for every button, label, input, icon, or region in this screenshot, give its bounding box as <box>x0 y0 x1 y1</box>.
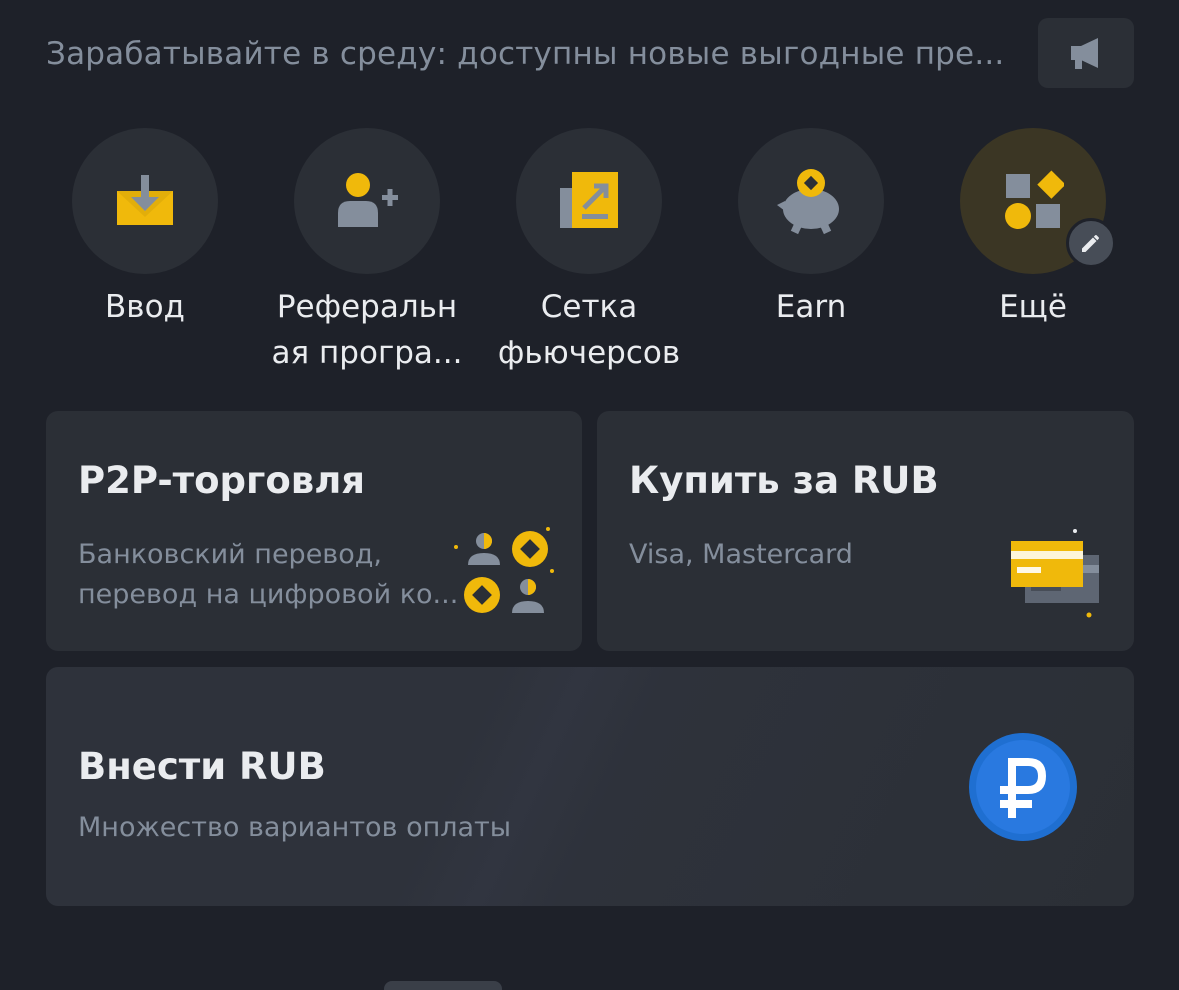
p2p-illustration-icon <box>454 527 554 613</box>
shortcut-futures-grid-circle[interactable] <box>516 128 662 274</box>
ruble-coin-icon <box>969 733 1077 841</box>
more-icon <box>1005 170 1064 229</box>
announcement-button[interactable] <box>1038 18 1134 88</box>
home-screen: Зарабатывайте в среду: доступны новые вы… <box>0 0 1179 990</box>
card-subtitle-line: Visa, Mastercard <box>629 539 853 570</box>
shortcut-referral-circle[interactable] <box>294 128 440 274</box>
card-subtitle: Множество вариантов оплаты <box>78 808 511 848</box>
card-title: P2P-торговля <box>78 459 366 502</box>
bank-card-icon <box>1011 529 1099 618</box>
shortcut-label: Реферальн ая програ... <box>271 289 463 371</box>
card-title: Купить за RUB <box>629 459 939 502</box>
shortcut-earn[interactable]: Earn <box>700 128 922 378</box>
card-title: Внести RUB <box>78 745 326 788</box>
card-subtitle: Visa, Mastercard <box>629 535 853 575</box>
card-subtitle: Банковский перевод, перевод на цифровой … <box>78 535 458 615</box>
edit-shortcuts-button[interactable] <box>1066 218 1116 268</box>
shortcut-row: Ввод Реферальн ая програ... Сетка фьючер… <box>34 128 1145 378</box>
referral-icon <box>338 173 398 227</box>
buy-rub-card[interactable]: Купить за RUB Visa, Mastercard <box>597 411 1134 651</box>
shortcut-earn-circle[interactable] <box>738 128 884 274</box>
shortcut-label: Ввод <box>105 289 185 325</box>
shortcut-futures-grid[interactable]: Сетка фьючерсов <box>478 128 700 378</box>
card-subtitle-line: Множество вариантов оплаты <box>78 812 512 843</box>
card-subtitle-line: перевод на цифровой ко... <box>78 579 459 610</box>
home-indicator <box>384 981 502 990</box>
shortcut-label: Сетка фьючерсов <box>497 289 681 371</box>
pencil-icon <box>1082 235 1099 252</box>
announcement-text[interactable]: Зарабатывайте в среду: доступны новые вы… <box>46 36 1021 72</box>
shortcut-deposit-circle[interactable] <box>72 128 218 274</box>
p2p-trading-card[interactable]: P2P-торговля Банковский перевод, перевод… <box>46 411 582 651</box>
shortcut-deposit[interactable]: Ввод <box>34 128 256 378</box>
megaphone-icon <box>1071 38 1098 69</box>
shortcut-label: Earn <box>775 289 847 325</box>
deposit-icon <box>117 175 173 225</box>
card-subtitle-line: Банковский перевод, <box>78 539 382 570</box>
deposit-rub-card[interactable]: Внести RUB Множество вариантов оплаты <box>46 667 1134 906</box>
announcement-bar[interactable]: Зарабатывайте в среду: доступны новые вы… <box>46 18 1134 90</box>
shortcut-label: Ещё <box>999 289 1067 325</box>
futures-grid-icon <box>560 172 618 228</box>
earn-piggy-icon <box>777 169 839 235</box>
shortcut-referral[interactable]: Реферальн ая програ... <box>256 128 478 378</box>
